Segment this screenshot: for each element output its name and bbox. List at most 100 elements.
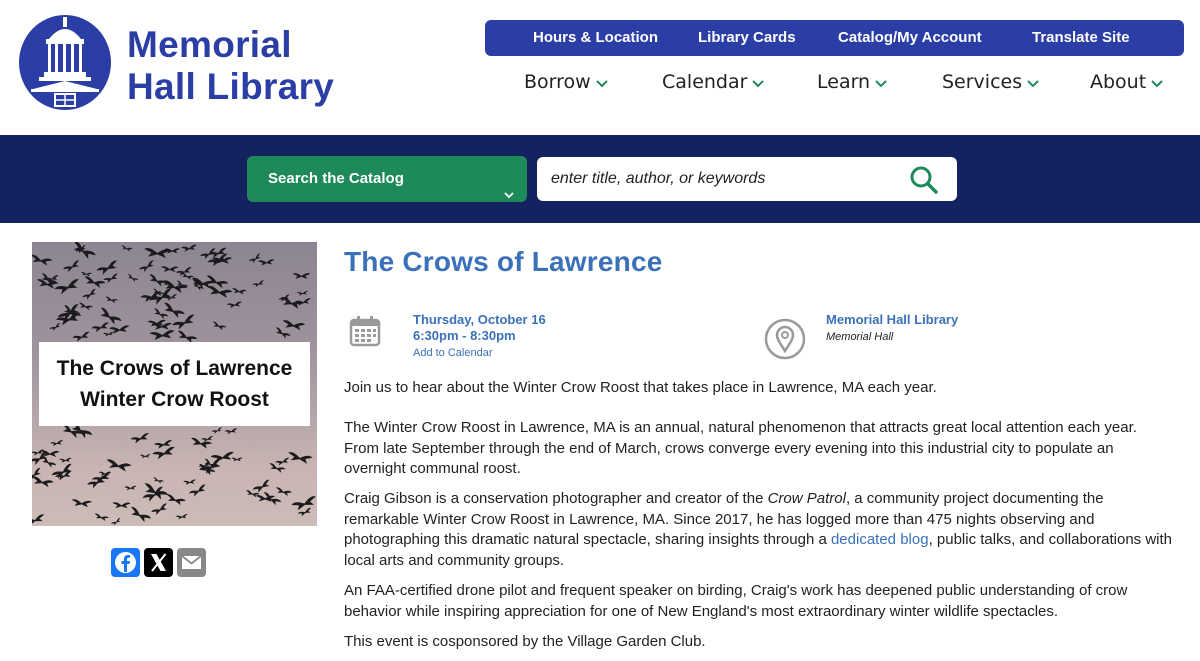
add-to-calendar-link[interactable]: Add to Calendar	[413, 347, 493, 359]
event-room: Memorial Hall	[826, 331, 894, 343]
crow-silhouette	[292, 273, 311, 279]
library-logo-icon[interactable]	[19, 15, 111, 110]
speaker-bio-start: Craig Gibson is a conservation photograp…	[344, 490, 768, 507]
crow-silhouette	[49, 322, 61, 331]
crow-silhouette	[151, 503, 167, 516]
nav-services-label: Services	[942, 71, 1023, 93]
facebook-share-icon[interactable]	[111, 548, 140, 577]
crow-silhouette	[80, 271, 92, 277]
crow-silhouette	[139, 454, 151, 459]
crow-silhouette	[175, 267, 192, 277]
crow-silhouette	[164, 302, 185, 318]
crow-silhouette	[142, 486, 164, 502]
crow-silhouette	[79, 302, 93, 311]
image-caption: The Crows of Lawrence Winter Crow Roost	[39, 342, 310, 426]
crow-silhouette	[50, 440, 64, 447]
email-share-icon[interactable]	[177, 548, 206, 577]
nav-services[interactable]: Services	[942, 68, 1040, 96]
crow-silhouette	[282, 320, 306, 331]
crow-silhouette	[139, 260, 154, 272]
search-icon[interactable]	[909, 165, 939, 195]
crow-silhouette	[151, 322, 172, 330]
crow-silhouette	[100, 307, 122, 325]
crow-silhouette	[84, 276, 106, 288]
chevron-down-icon	[1150, 69, 1164, 97]
crow-silhouette	[127, 274, 139, 282]
crow-silhouette	[231, 457, 243, 462]
crow-silhouette	[207, 286, 233, 298]
event-intro: Join us to hear about the Winter Crow Ro…	[344, 379, 937, 396]
crow-silhouette	[121, 245, 133, 252]
nav-calendar[interactable]: Calendar	[662, 68, 765, 96]
crow-silhouette	[124, 485, 137, 491]
search-input[interactable]	[537, 157, 897, 201]
crow-patrol-name: Crow Patrol	[767, 490, 846, 507]
chevron-down-icon	[1026, 69, 1040, 97]
crow-silhouette	[152, 446, 175, 460]
nav-borrow-label: Borrow	[524, 71, 591, 93]
event-image: The Crows of Lawrence Winter Crow Roost	[32, 242, 317, 526]
crow-silhouette	[32, 254, 53, 266]
crow-silhouette	[258, 259, 275, 266]
crow-silhouette	[32, 476, 54, 488]
crow-silhouette	[275, 457, 290, 466]
crow-silhouette	[224, 428, 238, 435]
nav-learn-label: Learn	[817, 71, 871, 93]
library-name-line2: Hall Library	[127, 66, 335, 107]
library-name-line1: Memorial	[127, 24, 292, 65]
crow-silhouette	[103, 331, 114, 337]
crow-silhouette	[161, 266, 179, 273]
crow-silhouette	[288, 452, 313, 464]
crow-silhouette	[201, 436, 214, 443]
crow-silhouette	[211, 427, 222, 434]
crow-silhouette	[106, 459, 132, 472]
crow-silhouette	[183, 479, 196, 485]
translate-site-link[interactable]: Translate Site	[1032, 20, 1130, 56]
crow-silhouette	[246, 490, 260, 498]
event-cosponsor: This event is cosponsored by the Village…	[344, 633, 706, 650]
crow-silhouette	[105, 296, 119, 304]
crow-silhouette	[166, 494, 186, 506]
crow-silhouette	[54, 279, 79, 295]
crow-silhouette	[71, 499, 92, 508]
crow-silhouette	[212, 321, 227, 331]
crow-silhouette	[232, 288, 247, 295]
nav-calendar-label: Calendar	[662, 71, 748, 93]
chevron-down-icon	[874, 69, 888, 97]
crow-silhouette	[295, 298, 311, 306]
nav-learn[interactable]: Learn	[817, 68, 888, 96]
crow-silhouette	[111, 517, 121, 526]
event-time: 6:30pm - 8:30pm	[413, 328, 516, 343]
library-cards-link[interactable]: Library Cards	[698, 20, 796, 56]
library-name[interactable]: Memorial Hall Library	[127, 24, 334, 108]
utility-nav: Hours & Location Library Cards Catalog/M…	[485, 20, 1184, 56]
search-scope-label: Search the Catalog	[268, 170, 404, 187]
search-scope-select[interactable]: Search the Catalog	[247, 156, 527, 202]
event-location-link[interactable]: Memorial Hall Library	[826, 312, 958, 327]
catalog-account-link[interactable]: Catalog/My Account	[838, 20, 982, 56]
crow-silhouette	[91, 322, 109, 333]
search-box	[537, 157, 957, 201]
crow-silhouette	[82, 288, 96, 300]
image-caption-line1: The Crows of Lawrence	[56, 357, 293, 380]
hours-location-link[interactable]: Hours & Location	[533, 20, 658, 56]
crow-silhouette	[59, 457, 72, 463]
nav-about-label: About	[1090, 71, 1147, 93]
nav-borrow[interactable]: Borrow	[524, 68, 609, 96]
crow-silhouette	[181, 244, 197, 252]
crow-silhouette	[252, 280, 264, 288]
crow-silhouette	[94, 513, 109, 522]
x-share-icon[interactable]	[144, 548, 173, 577]
crow-silhouette	[144, 483, 169, 500]
chevron-down-icon	[751, 69, 765, 97]
crow-silhouette	[175, 514, 188, 520]
nav-about[interactable]: About	[1090, 68, 1164, 96]
chevron-down-icon	[595, 69, 609, 97]
crow-silhouette	[210, 451, 234, 463]
crow-silhouette	[72, 331, 90, 342]
crow-silhouette	[226, 301, 242, 309]
search-band: Search the Catalog	[0, 135, 1200, 223]
crow-silhouette	[188, 484, 206, 497]
crow-silhouette	[130, 433, 149, 444]
dedicated-blog-link[interactable]: dedicated blog	[831, 531, 929, 548]
